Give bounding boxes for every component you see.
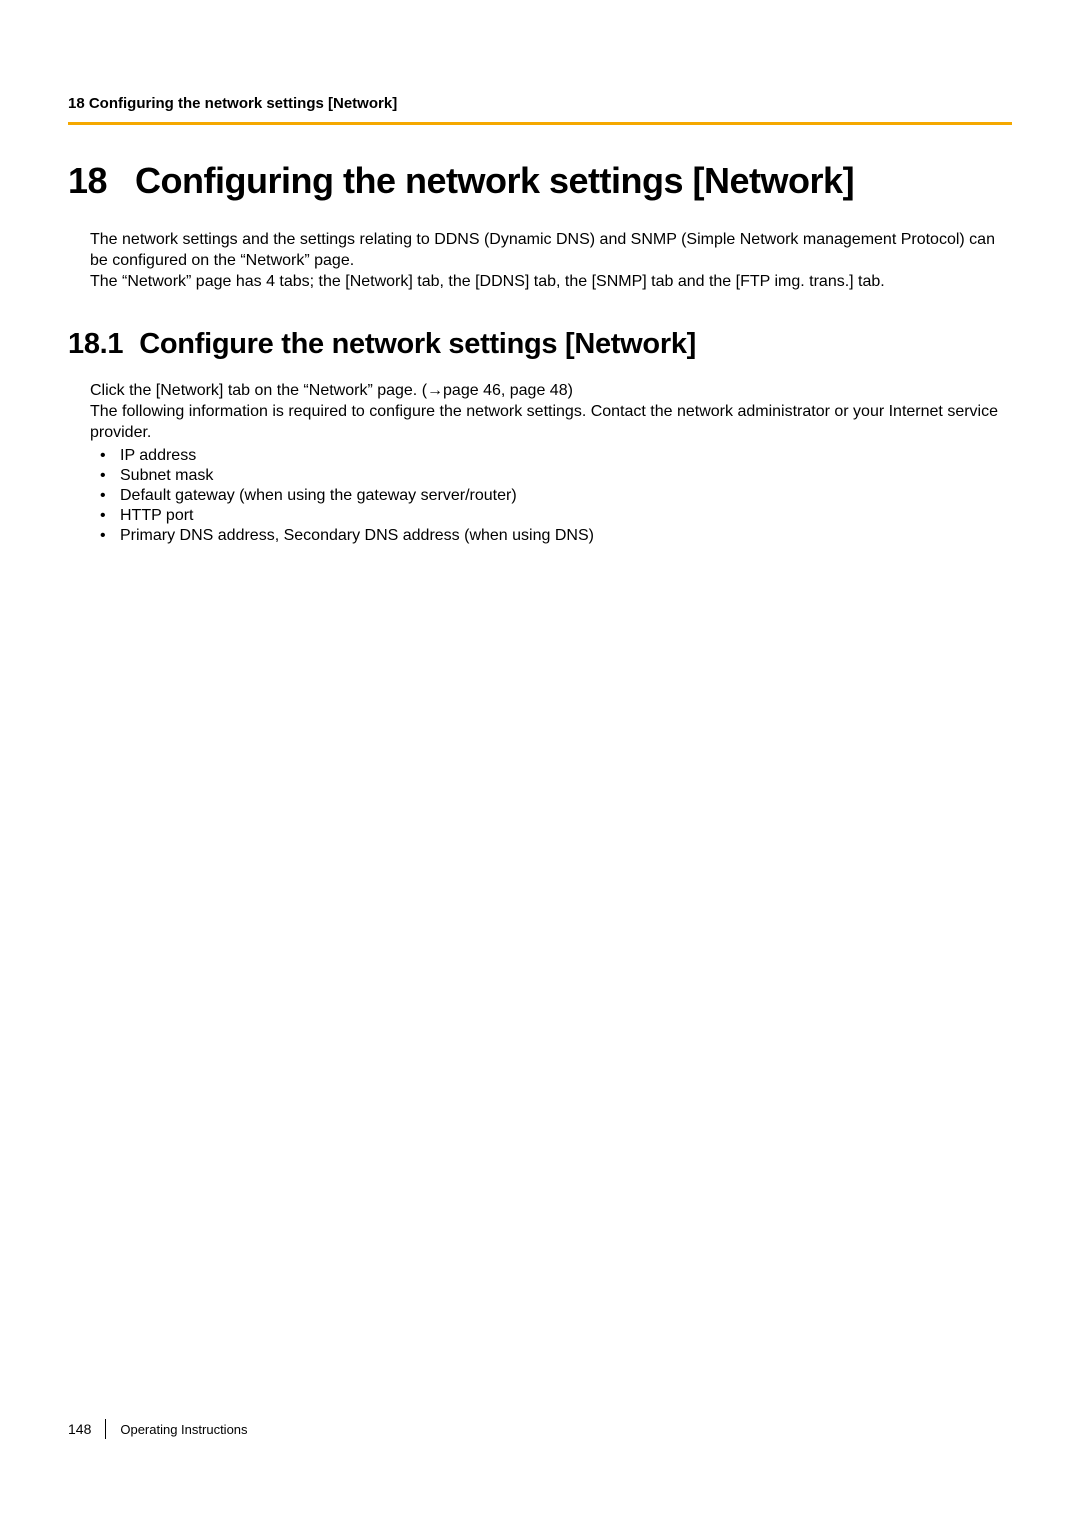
section-title: 18.1 Configure the network settings [Netw… [68,328,1012,361]
list-item: Default gateway (when using the gateway … [90,486,1012,506]
list-item: IP address [90,446,1012,466]
list-item: Subnet mask [90,466,1012,486]
bullet-list: IP address Subnet mask Default gateway (… [90,446,1012,546]
arrow-icon: → [427,382,443,399]
chapter-number: 18 [68,160,107,202]
section-line2: The following information is required to… [90,403,998,441]
chapter-intro: The network settings and the settings re… [90,230,1012,292]
intro-paragraph-1: The network settings and the settings re… [90,231,995,269]
page-number: 148 [68,1421,105,1437]
page-footer: 148 Operating Instructions [68,1419,248,1439]
section-line1-a: Click the [Network] tab on the “Network”… [90,382,427,399]
intro-paragraph-2: The “Network” page has 4 tabs; the [Netw… [90,273,885,290]
list-item: HTTP port [90,506,1012,526]
running-header: 18 Configuring the network settings [Net… [68,95,1012,122]
section-line1-b: page 46, page 48) [443,382,573,399]
header-rule [68,122,1012,125]
list-item: Primary DNS address, Secondary DNS addre… [90,526,1012,546]
footer-divider [105,1419,106,1439]
chapter-title-text: Configuring the network settings [Networ… [135,160,854,201]
section-title-text: Configure the network settings [Network] [139,328,696,360]
footer-label: Operating Instructions [120,1422,247,1437]
section-body: Click the [Network] tab on the “Network”… [90,381,1012,545]
chapter-title: 18 Configuring the network settings [Netw… [68,160,1012,202]
section-number: 18.1 [68,328,123,361]
